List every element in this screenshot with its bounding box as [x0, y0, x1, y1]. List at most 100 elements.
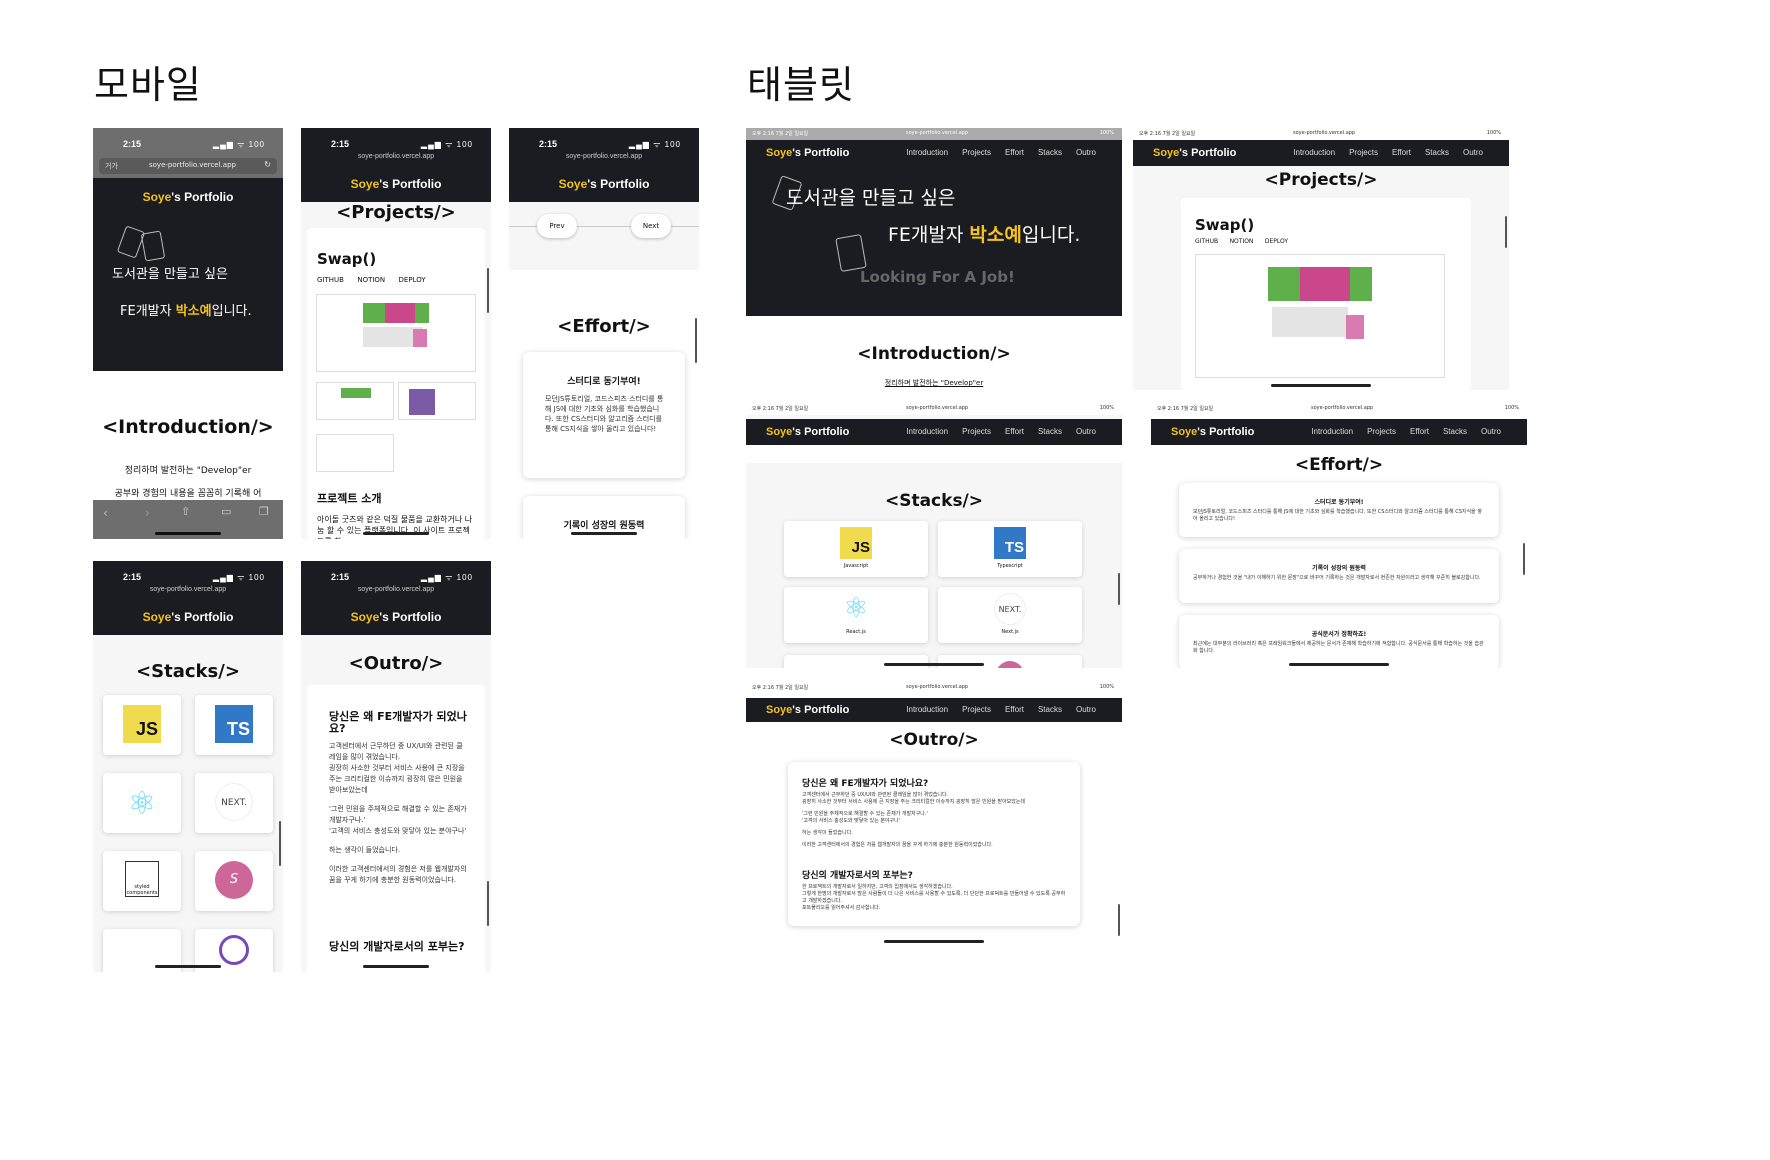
project-thumb-2[interactable] [398, 382, 476, 420]
tablet-status-bar: 오후 2:16 7월 2일 일요일 soye-portfolio.vercel.… [746, 682, 1122, 694]
tablet-status-bar: 오후 2:16 7월 2일 일요일 soye-portfolio.vercel.… [746, 403, 1122, 415]
browser-toolbar: ‹ › ⇧ ▭ ❐ [93, 500, 283, 539]
project-card: Swap() GITHUB NOTION DEPLOY [1181, 198, 1471, 390]
project-thumb-3[interactable] [316, 434, 394, 472]
forward-icon[interactable]: › [145, 506, 150, 520]
scrollbar[interactable] [1505, 216, 1507, 248]
project-preview-main[interactable] [1195, 254, 1445, 378]
address-url: soye-portfolio.vercel.app [565, 153, 643, 160]
effort-title: <Effort/> [557, 316, 651, 337]
react-icon: ⚛ [127, 784, 157, 822]
nav-introduction[interactable]: Introduction [906, 148, 948, 157]
status-icons: ▂▄▆ ᯤ 100 [628, 140, 681, 149]
status-time: 2:15 [123, 572, 142, 582]
react-icon: ⚛ [843, 591, 869, 624]
stack-card-typescript: TS Typescript [938, 521, 1082, 577]
tablet-stacks-screenshot: 오후 2:16 7월 2일 일요일 soye-portfolio.vercel.… [746, 403, 1122, 668]
prev-button[interactable]: Prev [537, 214, 577, 238]
outro-title: <Outro/> [348, 653, 444, 674]
stack-card-react: ⚛ [103, 773, 181, 833]
mobile-hero-screenshot: 2:15 ▂▄▆ ᯤ 100 거가 soye-portfolio.vercel.a… [93, 128, 283, 539]
navbar: Soye's Portfolio Introduction Projects Eff… [746, 698, 1122, 722]
home-indicator [363, 965, 429, 968]
stacks-title: <Stacks/> [136, 661, 240, 682]
home-indicator [571, 532, 637, 535]
intro-subtitle: 정리하며 발전하는 "Develop"er [884, 379, 984, 387]
navbar: Soye's Portfolio [93, 178, 283, 216]
bookmarks-icon[interactable]: ▭ [221, 505, 231, 518]
stack-label: Next.js [1001, 629, 1019, 635]
home-indicator [363, 532, 429, 535]
nav-links: Introduction Projects Effort Stacks Outro [892, 140, 1096, 166]
intro-body: 공부와 경험의 내용을 꼼꼼히 기록해 어 [114, 489, 262, 499]
nav-projects[interactable]: Projects [962, 148, 991, 157]
mobile-projects-screenshot: 2:15 ▂▄▆ ᯤ 100 soye-portfolio.vercel.app … [301, 128, 491, 539]
scrollbar[interactable] [487, 268, 489, 313]
notion-link[interactable]: NOTION [357, 276, 385, 284]
reload-icon[interactable]: ↻ [264, 160, 271, 169]
scrollbar[interactable] [1118, 573, 1120, 605]
tablet-status-bar: 오후 2:16 7월 2일 일요일 soye-portfolio.vercel.… [1151, 403, 1527, 415]
tabs-icon[interactable]: ❐ [259, 505, 269, 518]
hero-line2: FE개발자 박소예입니다. [120, 304, 252, 319]
nextjs-icon: NEXT. [215, 783, 253, 821]
project-section-heading: 프로젝트 소개 [317, 492, 382, 505]
stack-card-next: NEXT. [195, 773, 273, 833]
navbar: Soye's Portfolio Introduction Projects Eff… [746, 419, 1122, 445]
effort-card-heading: 기록이 성장의 원동력 [563, 521, 645, 531]
home-indicator [1271, 384, 1371, 387]
scrollbar[interactable] [279, 821, 281, 866]
deploy-link[interactable]: DEPLOY [399, 276, 426, 284]
github-link[interactable]: GITHUB [317, 276, 344, 284]
nav-links: Introduction Projects Effort Stacks Outro [906, 427, 1096, 436]
navbar: Soye's Portfolio Introduction Projects Eff… [746, 140, 1122, 166]
share-icon[interactable]: ⇧ [181, 505, 190, 518]
typescript-icon: TS [215, 705, 253, 743]
nav-links: Introduction Projects Effort Stacks Outro [1311, 427, 1501, 436]
project-thumb-1[interactable] [316, 382, 394, 420]
scrollbar[interactable] [1523, 543, 1525, 575]
status-icons: ▂▄▆ ᯤ 100 [212, 573, 265, 582]
address-url: soye-portfolio.vercel.app [357, 153, 435, 160]
scrollbar[interactable] [1118, 904, 1120, 936]
intro-title: <Introduction/> [857, 344, 1011, 364]
effort-card-body: 공부하거나 경험한 것을 "내가 이해하기 위한 문장"으로 바꾸어 기록하는 … [1193, 575, 1481, 581]
scrollbar[interactable] [695, 318, 697, 363]
status-icons: ▂▄▆ ᯤ 100 [212, 140, 265, 149]
home-indicator [155, 532, 221, 535]
nav-stacks[interactable]: Stacks [1038, 148, 1062, 157]
mobile-stacks-screenshot: 2:15 ▂▄▆ ᯤ 100 soye-portfolio.vercel.app … [93, 561, 283, 972]
scrollbar[interactable] [487, 881, 489, 926]
next-button[interactable]: Next [631, 214, 671, 238]
nav-outro[interactable]: Outro [1076, 148, 1096, 157]
sass-icon [996, 661, 1024, 668]
styled-components-icon: styled components [125, 861, 159, 897]
intro-subtitle: 정리하며 발전하는 "Develop"er [124, 466, 252, 476]
effort-card: 스터디로 동기부여! 모던JS튜토리얼, 코드스피츠 스터디를 통해 JS에 대… [523, 352, 685, 478]
tablet-effort-screenshot: 오후 2:16 7월 2일 일요일 soye-portfolio.vercel.… [1151, 403, 1527, 668]
hero-line3: Looking For A Job! [860, 268, 1015, 286]
tablet-status-bar: 오후 2:16 7월 2일 일요일 soye-portfolio.vercel.… [746, 128, 1122, 140]
typescript-icon: TS [994, 527, 1026, 559]
nextjs-icon: NEXT. [994, 593, 1026, 625]
address-bar[interactable]: 거가 soye-portfolio.vercel.app ↻ [99, 158, 277, 174]
outro-question-1: 당신은 왜 FE개발자가 되었나요? [329, 710, 467, 735]
project-preview-main[interactable] [316, 294, 476, 372]
tablet-hero-screenshot: 오후 2:16 7월 2일 일요일 soye-portfolio.vercel.… [746, 128, 1122, 390]
stacks-title: <Stacks/> [884, 491, 984, 511]
intro-title: <Introduction/> [102, 416, 274, 438]
effort-card-heading: 스터디로 동기부여! [567, 377, 641, 387]
browser-back-label: 거가 [105, 162, 118, 170]
home-indicator [155, 965, 221, 968]
back-icon[interactable]: ‹ [103, 506, 108, 520]
nav-effort[interactable]: Effort [1005, 148, 1024, 157]
effort-card-body: 모던JS튜토리얼, 코드스피츠 스터디를 통해 JS에 대한 기초와 심화를 학… [545, 395, 664, 433]
effort-card-heading: 기록이 성장의 원동력 [1312, 565, 1366, 572]
tablet-status-bar: 오후 2:16 7월 2일 일요일 soye-portfolio.vercel.… [1133, 128, 1509, 140]
effort-card-body: 최근에는 대부분의 라이브러리 혹은 프레임워크들에서 제공하는 문서가 존재해… [1193, 641, 1484, 654]
nav-links: Introduction Projects Effort Stacks Outro [1293, 148, 1483, 157]
address-url: soye-portfolio.vercel.app [357, 586, 435, 593]
stack-card-sass: S [195, 851, 273, 911]
book-icon [835, 234, 867, 272]
project-name: Swap() [317, 250, 377, 268]
